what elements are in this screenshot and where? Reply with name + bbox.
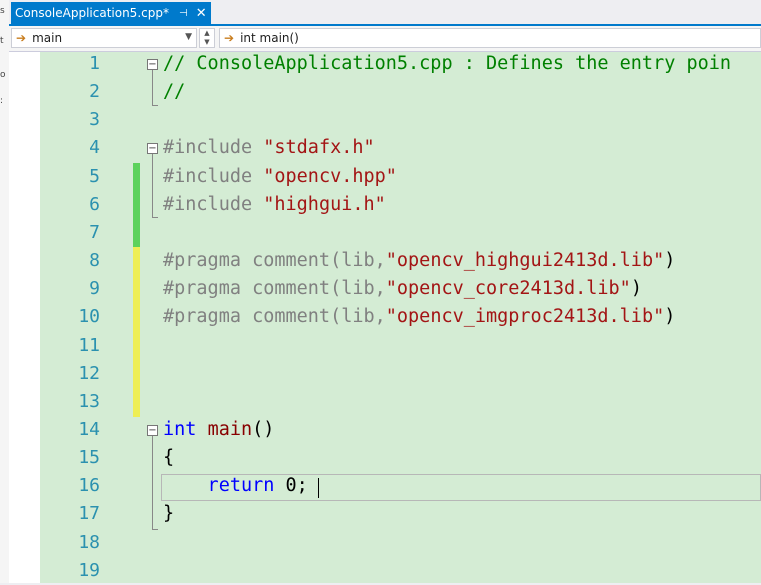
- toolbox-glyph: o: [0, 70, 6, 80]
- code-token: }: [163, 503, 175, 525]
- close-icon[interactable]: ✕: [196, 6, 207, 21]
- code-token: //: [163, 81, 186, 103]
- code-token: {: [163, 447, 175, 469]
- code-token: int: [163, 418, 208, 440]
- code-line[interactable]: 4 #include "stdafx.h": [40, 134, 761, 162]
- code-text: #include "stdafx.h": [163, 134, 375, 162]
- code-line[interactable]: 19: [40, 557, 761, 585]
- code-token: #include: [163, 193, 264, 215]
- line-number: 3: [89, 109, 100, 131]
- code-line[interactable]: 8 #pragma comment(lib,"opencv_highgui2413…: [40, 247, 761, 275]
- code-line[interactable]: 1 // ConsoleApplication5.cpp : Defines th…: [40, 50, 761, 78]
- code-token: #pragma comment(lib,: [163, 278, 386, 300]
- line-number: 4: [89, 137, 100, 159]
- line-number: 16: [78, 475, 100, 497]
- code-token: ): [664, 250, 676, 272]
- code-text: #include "highgui.h": [163, 191, 386, 219]
- code-line[interactable]: 2 //: [40, 78, 761, 106]
- document-tab-label: ConsoleApplication5.cpp*: [15, 6, 169, 20]
- code-token: "stdafx.h": [263, 137, 375, 159]
- code-line[interactable]: 15 {: [40, 444, 761, 472]
- code-token: ): [630, 278, 642, 300]
- code-line[interactable]: 3: [40, 106, 761, 134]
- line-number: 9: [89, 278, 100, 300]
- code-token: main: [207, 418, 253, 440]
- code-token: "opencv.hpp": [263, 165, 397, 187]
- code-token: (): [252, 418, 275, 440]
- code-token: "opencv_imgproc2413d.lib": [385, 306, 665, 328]
- code-token: ): [664, 306, 676, 328]
- navigation-bar: ➔ main ▼ ▲ ▼ ➔ int main(): [9, 26, 761, 52]
- line-number: 8: [89, 250, 100, 272]
- arrow-right-icon: ➔: [224, 31, 235, 45]
- code-text: //: [163, 78, 185, 106]
- document-tab-bar: ConsoleApplication5.cpp* ⊣ ✕: [9, 0, 761, 26]
- line-number: 11: [78, 334, 100, 356]
- code-line[interactable]: 16 return 0;: [40, 472, 761, 500]
- code-token: "opencv_highgui2413d.lib": [385, 250, 665, 272]
- code-text: #pragma comment(lib,"opencv_imgproc2413d…: [163, 303, 675, 331]
- toolbox-glyph: t: [0, 36, 4, 46]
- toolbox-glyph: s: [0, 6, 5, 16]
- code-line[interactable]: 7: [40, 219, 761, 247]
- text-cursor: [318, 478, 319, 498]
- code-token: return: [163, 475, 286, 497]
- code-line[interactable]: 9 #pragma comment(lib,"opencv_core2413d.l…: [40, 275, 761, 303]
- code-text: return 0;: [163, 472, 308, 500]
- line-number: 2: [89, 81, 100, 103]
- member-dropdown-value: int main(): [240, 31, 299, 45]
- code-token: // ConsoleApplication5.cpp : Defines the…: [163, 53, 732, 74]
- line-number: 15: [78, 447, 100, 469]
- code-text: int main(): [163, 416, 274, 444]
- code-token: #pragma comment(lib,: [163, 306, 386, 328]
- code-line[interactable]: 13: [40, 388, 761, 416]
- line-number: 18: [78, 531, 100, 553]
- code-line[interactable]: 17}: [40, 500, 761, 528]
- scope-dropdown-value: main: [32, 31, 63, 45]
- line-number: 5: [89, 165, 100, 187]
- code-line[interactable]: 11: [40, 332, 761, 360]
- code-token: #include: [163, 165, 264, 187]
- code-text: }: [163, 500, 174, 528]
- code-line[interactable]: 12: [40, 360, 761, 388]
- code-text: {: [163, 444, 174, 472]
- line-number: 6: [89, 193, 100, 215]
- line-number: 19: [78, 559, 100, 581]
- line-number: 1: [89, 53, 100, 74]
- indicator-margin: [9, 52, 40, 583]
- line-number: 12: [78, 362, 100, 384]
- code-line[interactable]: 6 #include "highgui.h": [40, 191, 761, 219]
- code-text: #pragma comment(lib,"opencv_highgui2413d…: [163, 247, 675, 275]
- code-line[interactable]: 18: [40, 529, 761, 557]
- code-line[interactable]: 5 #include "opencv.hpp": [40, 163, 761, 191]
- code-token: #include: [163, 137, 264, 159]
- arrow-right-icon: ➔: [16, 31, 27, 45]
- code-token: "opencv_core2413d.lib": [385, 278, 631, 300]
- toolbox-glyph: :: [0, 96, 4, 106]
- line-number: 10: [78, 306, 100, 328]
- line-number: 13: [78, 390, 100, 412]
- code-token: 0;: [285, 475, 308, 497]
- split-spinner[interactable]: ▲ ▼: [199, 28, 215, 48]
- code-line[interactable]: 14 int main(): [40, 416, 761, 444]
- code-token: "highgui.h": [263, 193, 386, 215]
- scope-dropdown[interactable]: ➔ main ▼: [11, 28, 197, 48]
- code-line[interactable]: 10 #pragma comment(lib,"opencv_imgproc241…: [40, 303, 761, 331]
- code-text: // ConsoleApplication5.cpp : Defines the…: [163, 50, 731, 78]
- member-dropdown[interactable]: ➔ int main(): [219, 28, 761, 48]
- code-text: #include "opencv.hpp": [163, 163, 397, 191]
- line-number: 7: [89, 221, 100, 243]
- document-tab[interactable]: ConsoleApplication5.cpp* ⊣ ✕: [11, 2, 211, 24]
- chevron-down-icon: ▼: [185, 32, 192, 42]
- pin-icon[interactable]: ⊣: [179, 8, 188, 19]
- code-token: #pragma comment(lib,: [163, 250, 386, 272]
- code-text: #pragma comment(lib,"opencv_core2413d.li…: [163, 275, 642, 303]
- line-number: 14: [78, 418, 100, 440]
- line-number: 17: [78, 503, 100, 525]
